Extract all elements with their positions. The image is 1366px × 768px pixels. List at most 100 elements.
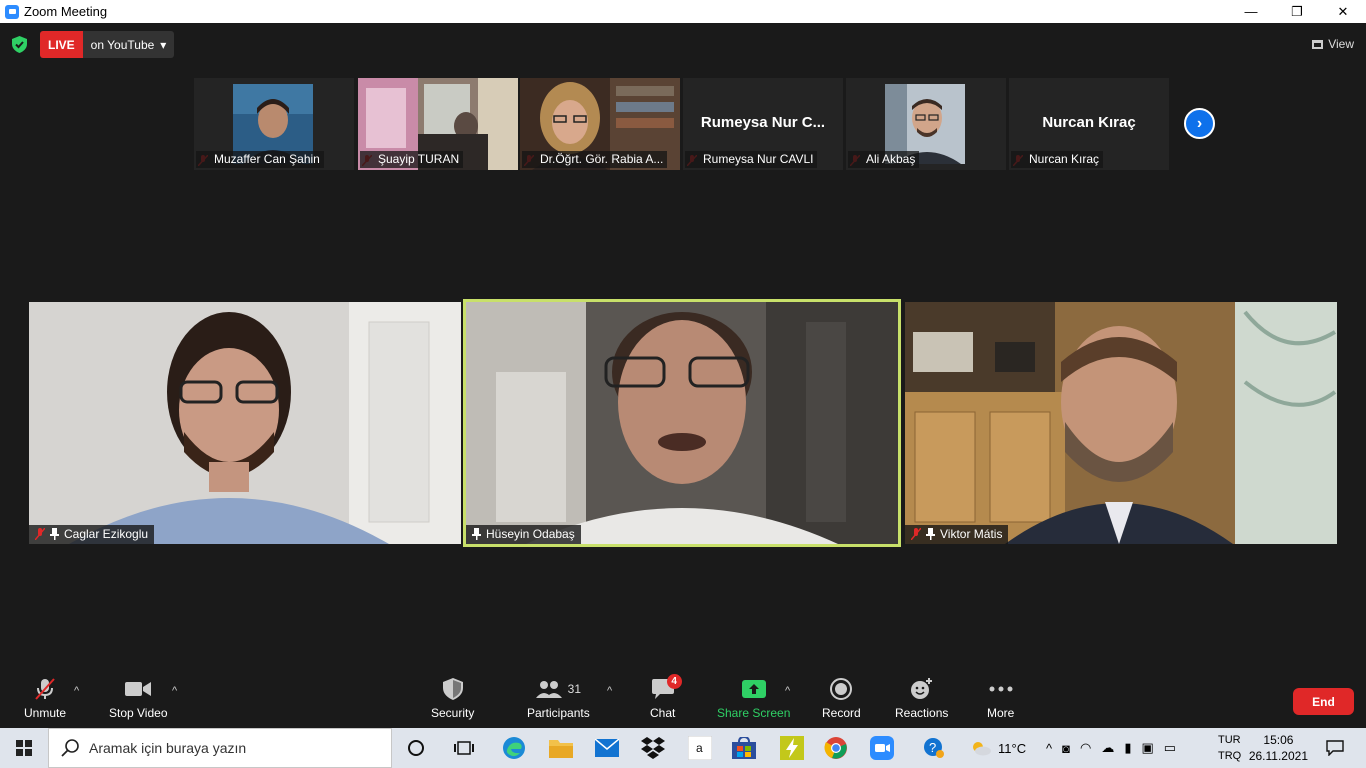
view-button[interactable]: View: [1312, 33, 1354, 55]
notifications-icon[interactable]: [1322, 735, 1348, 761]
participants-button[interactable]: 31 Participants: [527, 677, 590, 720]
unmute-label: Unmute: [24, 706, 67, 720]
end-meeting-button[interactable]: End: [1293, 688, 1354, 715]
amazon-icon[interactable]: a: [687, 735, 713, 761]
record-icon: [830, 678, 853, 700]
chat-button[interactable]: 4 Chat: [650, 674, 682, 720]
participant-name: Muzaffer Can Şahin: [196, 151, 324, 168]
clock-time: 15:06: [1263, 733, 1294, 747]
more-label: More: [987, 706, 1015, 720]
microsoft-store-icon[interactable]: [731, 735, 757, 761]
weather-temperature: 11°C: [998, 740, 1027, 756]
window-title: Zoom Meeting: [24, 4, 108, 19]
muted-microphone-icon: [35, 678, 55, 700]
participant-video: [905, 302, 1337, 544]
encryption-shield-icon[interactable]: [12, 36, 27, 53]
participant-name: Şuayip TURAN: [360, 151, 464, 168]
participant-name: Nurcan Kıraç: [1011, 151, 1104, 168]
participant-name: Caglar Ezikoglu: [64, 527, 149, 541]
strip-tile[interactable]: Ali Akbaş: [846, 78, 1006, 170]
chrome-icon[interactable]: [823, 735, 849, 761]
zoom-taskbar-icon[interactable]: [869, 735, 895, 761]
more-button[interactable]: More: [987, 677, 1014, 720]
participants-icon: [535, 681, 562, 698]
pin-icon: [926, 528, 935, 540]
meeting-area: LIVE on YouTube ▾ View Muzaffer Can Şahi…: [0, 23, 1366, 728]
start-button[interactable]: [0, 728, 48, 768]
wifi-icon[interactable]: ◠: [1080, 740, 1091, 756]
share-screen-label: Share Screen: [717, 706, 791, 720]
strip-tile[interactable]: Rumeysa Nur C... Rumeysa Nur CAVLI: [683, 78, 843, 170]
onedrive-cloud-icon[interactable]: ☁: [1101, 740, 1114, 756]
strip-tile[interactable]: Şuayip TURAN: [358, 78, 518, 170]
unmute-button[interactable]: Unmute: [24, 677, 66, 720]
search-icon: [61, 739, 79, 757]
live-destination-label: on YouTube: [90, 37, 155, 52]
active-speaker-video-tile[interactable]: Hüseyin Odabaş: [463, 299, 901, 547]
cortana-icon[interactable]: [403, 735, 429, 761]
app-bolt-icon[interactable]: [779, 735, 805, 761]
participant-nameplate: Hüseyin Odabaş: [466, 525, 581, 544]
zoom-app-icon: [5, 4, 19, 19]
task-view-icon[interactable]: [451, 735, 477, 761]
pin-icon: [50, 528, 59, 540]
reactions-button[interactable]: Reactions: [895, 677, 948, 720]
strip-tile[interactable]: Muzaffer Can Şahin: [194, 78, 354, 170]
edge-browser-icon[interactable]: [501, 735, 527, 761]
taskbar-clock[interactable]: 15:06 26.11.2021: [1249, 732, 1308, 764]
window-titlebar: Zoom Meeting — ❐ ✕: [0, 0, 1366, 23]
participant-name: Hüseyin Odabaş: [486, 527, 575, 541]
mail-icon[interactable]: [594, 735, 620, 761]
record-button[interactable]: Record: [822, 677, 861, 720]
video-tile[interactable]: Viktor Mátis: [905, 302, 1337, 544]
video-tile[interactable]: Caglar Ezikoglu: [29, 302, 461, 544]
meet-now-icon[interactable]: ◙: [1062, 741, 1070, 756]
muted-mic-icon: [35, 528, 45, 540]
participant-nameplate: Caglar Ezikoglu: [29, 525, 155, 544]
help-icon[interactable]: ?: [921, 735, 947, 761]
strip-tile[interactable]: Nurcan Kıraç Nurcan Kıraç: [1009, 78, 1169, 170]
svg-text:?: ?: [929, 740, 936, 755]
network-icon[interactable]: ▣: [1141, 740, 1153, 756]
audio-options-caret-icon[interactable]: ^: [74, 685, 79, 697]
participants-count: 31: [567, 682, 582, 696]
input-language-indicator[interactable]: TUR TRQ: [1218, 732, 1241, 764]
share-screen-button[interactable]: Share Screen: [717, 677, 790, 720]
tray-expand-icon[interactable]: ^: [1046, 741, 1052, 756]
participant-name: Ali Akbaş: [848, 151, 920, 168]
system-tray: ^ ◙ ◠ ☁ ▮ ▣ ▭: [1046, 728, 1176, 768]
battery-icon[interactable]: ▭: [1164, 740, 1176, 756]
participant-display-name: Rumeysa Nur C...: [700, 114, 826, 131]
chat-label: Chat: [650, 706, 676, 720]
taskbar-search-box[interactable]: Aramak için buraya yazın: [48, 728, 392, 768]
weather-widget[interactable]: 11°C: [970, 728, 1026, 768]
weather-sun-cloud-icon: [973, 742, 991, 756]
participants-options-caret-icon[interactable]: ^: [607, 685, 612, 697]
windows-taskbar: Aramak için buraya yazın a ? 11°C ^ ◙ ◠ …: [0, 728, 1366, 768]
participant-name: Rumeysa Nur CAVLI: [685, 151, 818, 168]
next-page-arrow-button[interactable]: ›: [1184, 108, 1215, 139]
live-destination-dropdown[interactable]: on YouTube ▾: [82, 31, 175, 58]
chevron-right-icon: ›: [1196, 114, 1203, 132]
share-screen-icon: [741, 680, 766, 698]
dropbox-icon[interactable]: [640, 735, 666, 761]
close-button[interactable]: ✕: [1320, 0, 1366, 23]
muted-mic-icon: [911, 528, 921, 540]
live-stream-indicator[interactable]: LIVE on YouTube ▾: [40, 31, 175, 58]
pin-icon: [472, 528, 481, 540]
share-options-caret-icon[interactable]: ^: [785, 685, 790, 697]
participant-name: Dr.Öğrt. Gör. Rabia A...: [522, 151, 668, 168]
stop-video-button[interactable]: Stop Video: [109, 677, 168, 720]
grid-view-icon: [1312, 39, 1324, 49]
participant-nameplate: Viktor Mátis: [905, 525, 1009, 544]
participant-video: [466, 302, 898, 544]
microphone-icon[interactable]: ▮: [1124, 740, 1131, 756]
minimize-button[interactable]: —: [1228, 0, 1274, 23]
security-button[interactable]: Security: [431, 677, 474, 720]
video-options-caret-icon[interactable]: ^: [172, 685, 177, 697]
maximize-button[interactable]: ❐: [1274, 0, 1320, 23]
stop-video-label: Stop Video: [109, 706, 168, 720]
strip-tile[interactable]: Dr.Öğrt. Gör. Rabia A...: [520, 78, 680, 170]
file-explorer-icon[interactable]: [548, 735, 574, 761]
video-camera-icon: [125, 682, 152, 696]
